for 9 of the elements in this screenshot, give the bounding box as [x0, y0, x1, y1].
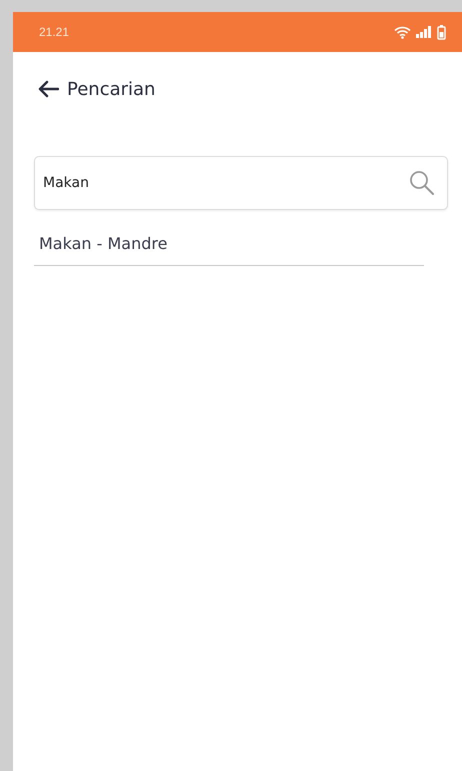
- wifi-icon: [394, 26, 411, 38]
- search-field[interactable]: Makan: [34, 156, 448, 210]
- battery-icon: [437, 24, 446, 40]
- back-button[interactable]: [37, 80, 59, 98]
- status-time: 21.21: [39, 25, 70, 39]
- result-item[interactable]: Makan - Mandre: [34, 230, 424, 266]
- signal-icon: [416, 26, 432, 38]
- page-title: Pencarian: [67, 78, 156, 100]
- search-icon[interactable]: [409, 170, 435, 196]
